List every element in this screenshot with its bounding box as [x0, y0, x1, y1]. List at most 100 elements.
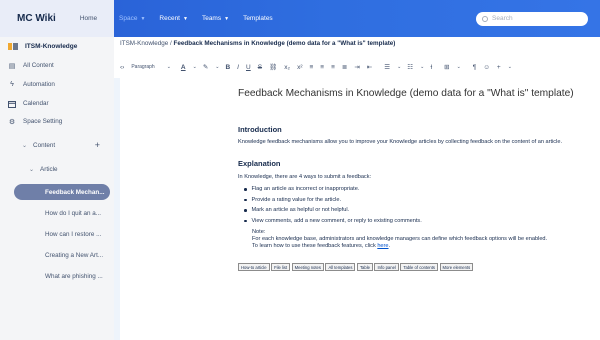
bullet-dot [244, 209, 247, 212]
article-folder[interactable]: ⌄ Article [0, 164, 114, 174]
content-section-header[interactable]: ⌄ Content + [0, 140, 114, 150]
sidebar-item-label: Space Setting [23, 118, 63, 125]
search-placeholder: Search [492, 15, 513, 22]
outdent-icon[interactable]: ⇤ [367, 63, 372, 71]
editor-gutter [114, 78, 120, 340]
clear-format-icon[interactable]: Ɨ [430, 64, 432, 71]
page-title[interactable]: Feedback Mechanisms in Knowledge (demo d… [238, 88, 574, 99]
content-label: Content [33, 141, 56, 149]
superscript-icon[interactable]: x² [297, 64, 302, 71]
brand-area: MC Wiki Home [0, 0, 114, 37]
link-icon[interactable]: ⛓ [269, 63, 277, 71]
align-justify-icon[interactable]: ≣ [342, 63, 347, 71]
text-color-icon[interactable]: A [181, 64, 186, 71]
intro-paragraph[interactable]: Knowledge feedback mechanisms allow you … [238, 139, 590, 146]
template-button-all-templates[interactable]: All templates [325, 263, 356, 271]
align-center-icon[interactable]: ≡ [320, 64, 324, 71]
chevron-down-icon: ⌄ [215, 64, 220, 70]
paragraph-style-select[interactable]: Paragraph [131, 64, 154, 70]
nav-teams[interactable]: Teams ▼ [202, 15, 229, 22]
chevron-down-icon: ⌄ [397, 64, 402, 70]
list-icon: ▤ [8, 62, 16, 70]
template-button-file-list[interactable]: File list [271, 263, 291, 271]
highlight-icon[interactable]: ✎ [203, 63, 208, 71]
note-text: For each knowledge base, administrators … [252, 236, 548, 242]
chevron-down-icon: ⌄ [507, 64, 512, 70]
template-button-table-of-contents[interactable]: Table of contents [400, 263, 439, 271]
nav-templates[interactable]: Templates [243, 15, 273, 22]
sidebar-item-label: Calendar [23, 100, 49, 107]
subscript-icon[interactable]: x₂ [284, 64, 290, 71]
add-content-button[interactable]: + [95, 140, 100, 150]
article-label: Article [40, 165, 58, 173]
editor-toolbar: ‹› Paragraph ⌄ A ⌄ ✎ ⌄ B I U S ⛓ x₂ x² ≡… [120, 62, 596, 72]
bullet-dot [244, 188, 247, 191]
sidebar-page-item[interactable]: How do I quit an a... [14, 205, 110, 221]
space-title: ITSM-Knowledge [25, 42, 78, 50]
template-button-meeting-notes[interactable]: Meeting notes [291, 263, 324, 271]
chevron-down-icon: ▼ [183, 15, 188, 22]
app-logo[interactable]: MC Wiki [17, 13, 56, 24]
template-button-how-to-article[interactable]: How-to article [238, 263, 270, 271]
strikethrough-icon[interactable]: S [258, 64, 262, 71]
paragraph-mark-icon[interactable]: ¶ [473, 64, 477, 71]
chevron-down-icon: ⌄ [456, 64, 461, 70]
template-button-table[interactable]: Table [356, 263, 373, 271]
table-icon[interactable]: ⊞ [444, 63, 449, 71]
sidebar-item-label: Automation [23, 81, 55, 88]
chevron-down-icon: ⌄ [22, 142, 28, 149]
nav-space[interactable]: Space ▼ [119, 15, 145, 22]
sidebar-item-automation[interactable]: ϟ Automation [0, 80, 114, 89]
space-logo-icon [8, 42, 18, 50]
explanation-paragraph[interactable]: In Knowledge, there are 4 ways to submit… [238, 174, 371, 181]
template-button-info-panel[interactable]: Info panel [374, 263, 399, 271]
chevron-down-icon: ⌄ [166, 64, 171, 70]
bullet-dot [244, 198, 247, 201]
list-item[interactable]: Mark an article as helpful or not helpfu… [244, 205, 422, 216]
sidebar-item-all-content[interactable]: ▤ All Content [0, 61, 114, 70]
list-item[interactable]: View comments, add a new comment, or rep… [244, 216, 422, 227]
sidebar-item-calendar[interactable]: Calendar [0, 99, 114, 108]
chevron-down-icon: ⌄ [192, 64, 197, 70]
list-item[interactable]: Provide a rating value for the article. [244, 195, 422, 206]
breadcrumb-space[interactable]: ITSM-Knowledge [120, 40, 168, 47]
chevron-down-icon: ⌄ [420, 64, 425, 70]
breadcrumb: ITSM-Knowledge / Feedback Mechanisms in … [120, 40, 395, 47]
align-right-icon[interactable]: ≡ [331, 64, 335, 71]
breadcrumb-page: Feedback Mechanisms in Knowledge (demo d… [173, 40, 396, 47]
intro-heading[interactable]: Introduction [238, 125, 282, 134]
sidebar-item-label: All Content [23, 62, 54, 69]
space-header[interactable]: ITSM-Knowledge [0, 41, 114, 51]
underline-icon[interactable]: U [246, 64, 251, 71]
insert-more-icon[interactable]: + [497, 64, 501, 71]
home-link[interactable]: Home [80, 15, 97, 22]
bullet-list-icon[interactable]: ☰ [384, 63, 390, 71]
sidebar-page-item[interactable]: Feedback Mechan... [14, 184, 110, 200]
explanation-heading[interactable]: Explanation [238, 159, 281, 168]
emoji-icon[interactable]: ☺ [483, 64, 490, 71]
bold-icon[interactable]: B [225, 64, 230, 71]
italic-icon[interactable]: I [237, 64, 239, 71]
top-navigation-bar: MC Wiki Home Space ▼ Recent ▼ Teams ▼ Templ… [0, 0, 600, 37]
template-button-more-elements[interactable]: More elements [439, 263, 474, 271]
search-input[interactable]: Search [476, 11, 588, 26]
feedback-list: Flag an article as incorrect or inapprop… [244, 184, 422, 226]
search-icon [482, 15, 488, 22]
chevron-down-icon: ⌄ [29, 166, 35, 173]
align-left-icon[interactable]: ≡ [310, 64, 314, 71]
numbered-list-icon[interactable]: ☷ [407, 63, 413, 71]
code-icon[interactable]: ‹› [120, 64, 124, 71]
indent-icon[interactable]: ⇥ [354, 63, 359, 71]
calendar-icon [8, 100, 16, 108]
sidebar-page-item[interactable]: What are phishing ... [14, 268, 110, 284]
note-label: Note: [252, 229, 266, 235]
list-item[interactable]: Flag an article as incorrect or inapprop… [244, 184, 422, 195]
sidebar-page-item[interactable]: How can I restore ... [14, 226, 110, 242]
here-link[interactable]: here [377, 243, 388, 249]
sidebar-item-space-setting[interactable]: ⚙ Space Setting [0, 117, 114, 126]
bullet-dot [244, 219, 247, 222]
note-link-line: To learn how to use these feedback featu… [252, 243, 391, 249]
sidebar-page-item[interactable]: Creating a New Art... [14, 247, 110, 263]
note-block[interactable]: Note: For each knowledge base, administr… [252, 229, 547, 250]
nav-recent[interactable]: Recent ▼ [159, 15, 188, 22]
